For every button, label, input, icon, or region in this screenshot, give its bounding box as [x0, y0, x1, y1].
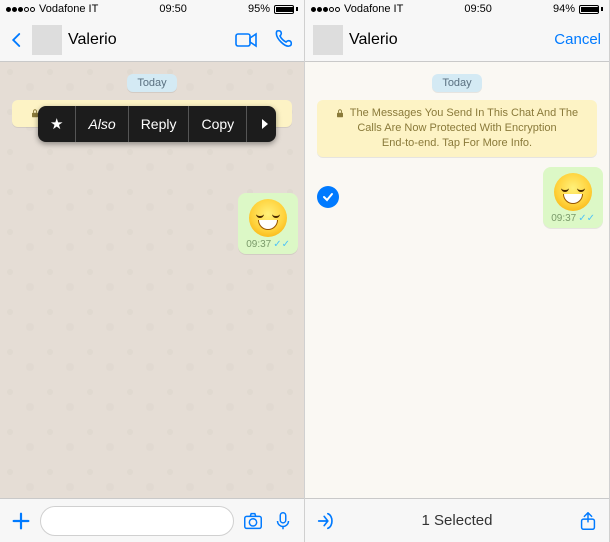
message-time: 09:37	[246, 239, 271, 250]
read-ticks-icon: ✓✓	[578, 213, 595, 224]
encryption-text-l3: End-to-end. Tap For More Info.	[382, 137, 532, 149]
encryption-text-l2: Calls Are Now Protected With Encryption	[357, 122, 556, 134]
battery-percent: 94%	[553, 3, 575, 15]
message-row: 09:37 ✓✓	[6, 193, 298, 254]
chat-area[interactable]: Today The Messages You Send In This Chat…	[305, 62, 609, 498]
signal-dots-icon	[6, 7, 35, 12]
selection-toolbar: 1 Selected	[305, 498, 609, 542]
status-time: 09:50	[464, 3, 492, 15]
message-row[interactable]: 09:37 ✓✓	[311, 167, 603, 228]
read-ticks-icon: ✓✓	[273, 239, 290, 250]
battery-icon	[274, 5, 298, 14]
status-time: 09:50	[159, 3, 187, 15]
avatar[interactable]	[313, 25, 343, 55]
left-pane: Vodafone IT 09:50 95% Valerio Today The …	[0, 0, 305, 542]
right-pane: Vodafone IT 09:50 94% Valerio Cancel Tod…	[305, 0, 610, 542]
forward-icon[interactable]	[315, 510, 337, 532]
grinning-emoji-icon	[554, 173, 592, 211]
carrier-label: Vodafone IT	[344, 3, 403, 15]
contact-name[interactable]: Valerio	[349, 31, 548, 49]
video-call-icon[interactable]	[234, 28, 258, 52]
phone-call-icon[interactable]	[272, 28, 296, 52]
message-bubble[interactable]: 09:37 ✓✓	[238, 193, 298, 254]
chat-header: Valerio	[0, 18, 304, 62]
grinning-emoji-icon	[249, 199, 287, 237]
camera-icon[interactable]	[242, 510, 264, 532]
chat-area[interactable]: Today The Messages You Send In This Chat…	[0, 62, 304, 498]
selected-count-label: 1 Selected	[345, 512, 569, 529]
contact-name[interactable]: Valerio	[68, 31, 228, 49]
status-bar: Vodafone IT 09:50 94%	[305, 0, 609, 18]
ctx-more-button[interactable]	[247, 106, 276, 142]
battery-icon	[579, 5, 603, 14]
mic-icon[interactable]	[272, 510, 294, 532]
selection-check-icon[interactable]	[317, 186, 339, 208]
encryption-text-l1: The Messages You Send In This Chat And T…	[350, 107, 578, 119]
avatar[interactable]	[32, 25, 62, 55]
chat-header-selection: Valerio Cancel	[305, 18, 609, 62]
compose-bar	[0, 498, 304, 542]
status-bar: Vodafone IT 09:50 95%	[0, 0, 304, 18]
date-pill: Today	[432, 74, 481, 92]
ctx-star-button[interactable]: ★	[38, 106, 76, 142]
encryption-banner[interactable]: The Messages You Send In This Chat And T…	[317, 100, 597, 157]
carrier-label: Vodafone IT	[39, 3, 98, 15]
message-bubble[interactable]: 09:37 ✓✓	[543, 167, 603, 228]
lock-icon	[336, 109, 344, 118]
message-input[interactable]	[40, 506, 234, 536]
signal-dots-icon	[311, 7, 340, 12]
share-icon[interactable]	[577, 510, 599, 532]
battery-percent: 95%	[248, 3, 270, 15]
chevron-right-icon	[259, 118, 271, 130]
message-time: 09:37	[551, 213, 576, 224]
cancel-button[interactable]: Cancel	[554, 31, 601, 48]
back-chevron-icon[interactable]	[8, 31, 26, 49]
ctx-reply-button[interactable]: Reply	[129, 106, 190, 142]
attach-plus-icon[interactable]	[10, 510, 32, 532]
context-menu: ★ Also Reply Copy	[38, 106, 276, 142]
ctx-copy-button[interactable]: Copy	[189, 106, 247, 142]
ctx-also-button[interactable]: Also	[76, 106, 128, 142]
date-pill: Today	[127, 74, 176, 92]
